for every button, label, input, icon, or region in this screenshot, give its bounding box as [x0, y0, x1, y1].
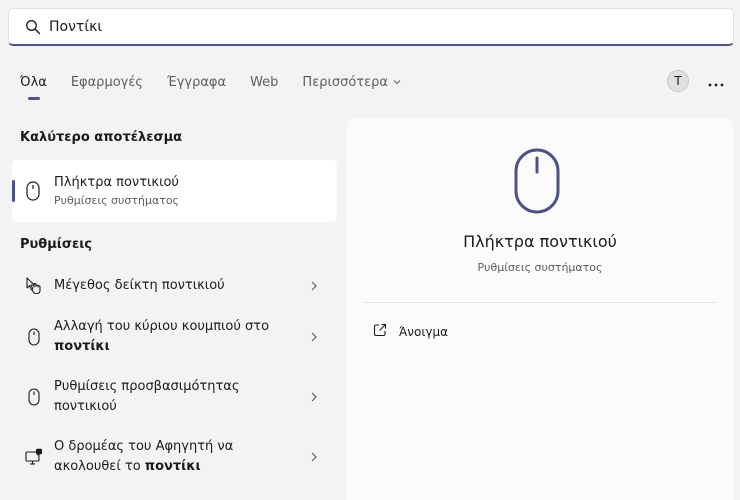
settings-result-narrator-cursor[interactable]: Ο δρομέας του Αφηγητή να ακολουθεί το πο…	[12, 436, 337, 478]
selection-indicator	[12, 180, 15, 202]
tab-web[interactable]: Web	[242, 62, 286, 102]
tab-more[interactable]: Περισσότερα	[294, 62, 410, 102]
divider	[363, 302, 717, 303]
tab-label: Όλα	[20, 74, 47, 90]
chevron-right-icon	[309, 280, 319, 292]
open-label: Άνοιγμα	[399, 324, 449, 339]
best-match-item[interactable]: Πλήκτρα ποντικιού Ρυθμίσεις συστήματος	[12, 160, 337, 222]
result-label: Ρυθμίσεις προσβασιμότητας ποντικιού	[54, 377, 294, 417]
settings-result-pointer-size[interactable]: Μέγεθος δείκτη ποντικιού	[12, 274, 337, 298]
tab-documents[interactable]: Έγγραφα	[159, 62, 234, 102]
tab-label: Web	[250, 74, 279, 90]
result-label: Αλλαγή του κύριου κουμπιού στο ποντίκι	[54, 317, 294, 357]
result-label-line: Ο δρομέας του Αφηγητή να	[54, 439, 234, 454]
result-label-line: ακολουθεί το	[54, 459, 145, 474]
result-label-bold: ποντίκι	[144, 459, 201, 474]
best-match-title: Πλήκτρα ποντικιού	[54, 175, 179, 190]
result-label: Μέγεθος δείκτη ποντικιού	[54, 278, 225, 293]
result-label-bold: ποντίκι	[54, 339, 110, 354]
filter-tabs: Όλα Εφαρμογές Έγγραφα Web Περισσότερα	[12, 62, 418, 102]
detail-title: Πλήκτρα ποντικιού	[463, 232, 617, 251]
chevron-down-icon	[392, 77, 402, 87]
open-external-icon	[373, 322, 387, 341]
search-box[interactable]	[8, 8, 734, 46]
chevron-right-icon	[309, 391, 319, 403]
pointer-hand-icon	[24, 277, 44, 295]
open-button[interactable]: Άνοιγμα	[373, 322, 448, 341]
mouse-icon	[24, 328, 44, 346]
search-input[interactable]	[49, 18, 733, 35]
tab-label: Περισσότερα	[302, 74, 388, 90]
settings-heading: Ρυθμίσεις	[20, 237, 93, 252]
narrator-icon	[24, 448, 44, 466]
chevron-right-icon	[309, 331, 319, 343]
result-label-line: Αλλαγή του κύριου κουμπιού στο	[54, 319, 270, 334]
mouse-icon	[514, 148, 560, 218]
result-label: Ο δρομέας του Αφηγητή να ακολουθεί το πο…	[54, 437, 294, 477]
detail-subtitle: Ρυθμίσεις συστήματος	[477, 261, 603, 274]
mouse-icon	[24, 388, 44, 406]
result-label-line: ποντικιού	[54, 399, 117, 414]
mouse-icon	[26, 181, 42, 201]
search-icon	[25, 19, 41, 35]
tab-all[interactable]: Όλα	[12, 62, 55, 102]
avatar[interactable]: T	[667, 70, 689, 92]
avatar-initial: T	[674, 74, 682, 88]
more-options-button[interactable]	[704, 70, 728, 92]
best-match-heading: Καλύτερο αποτέλεσμα	[20, 130, 183, 145]
result-label-line: Ρυθμίσεις προσβασιμότητας	[54, 379, 240, 394]
ellipsis-icon	[708, 72, 724, 91]
detail-pane: Πλήκτρα ποντικιού Ρυθμίσεις συστήματος Ά…	[347, 118, 733, 500]
tab-label: Εφαρμογές	[70, 74, 144, 90]
chevron-right-icon	[309, 451, 319, 463]
best-match-subtitle: Ρυθμίσεις συστήματος	[54, 194, 180, 207]
settings-result-primary-button[interactable]: Αλλαγή του κύριου κουμπιού στο ποντίκι	[12, 316, 337, 358]
settings-result-accessibility[interactable]: Ρυθμίσεις προσβασιμότητας ποντικιού	[12, 376, 337, 418]
tab-apps[interactable]: Εφαρμογές	[63, 62, 151, 102]
tab-label: Έγγραφα	[167, 74, 227, 90]
